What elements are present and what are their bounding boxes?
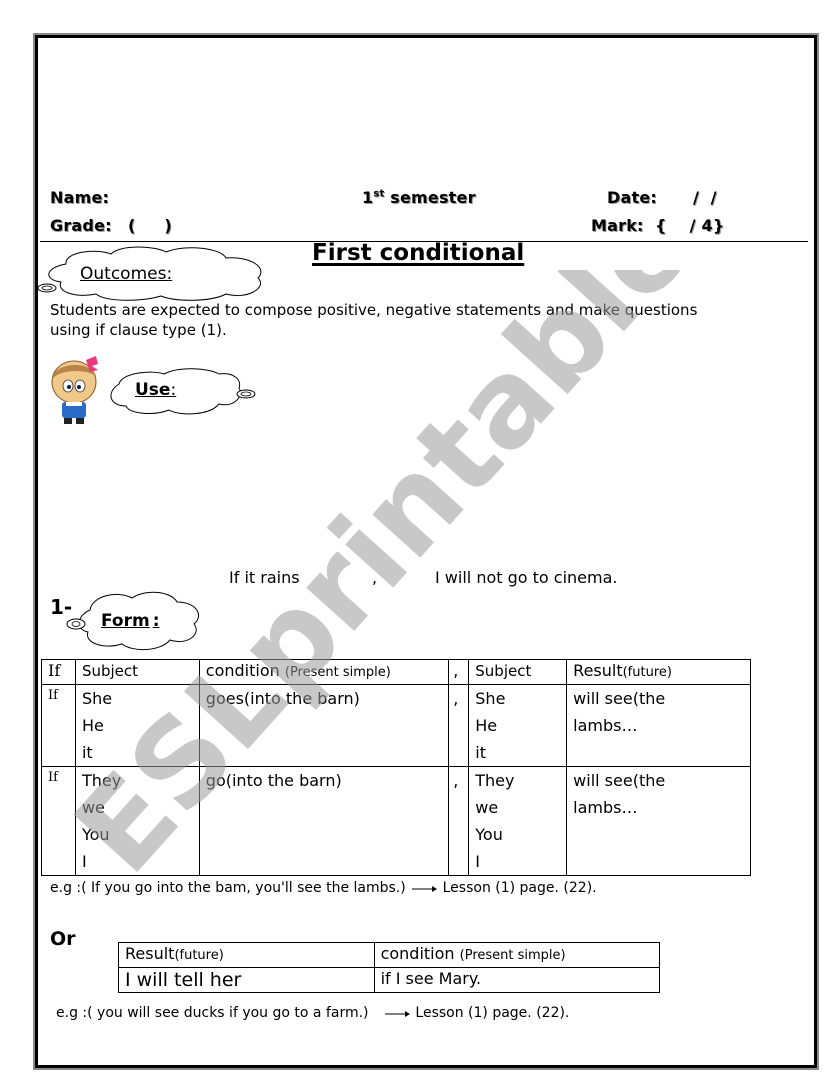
header-if: If xyxy=(41,659,76,685)
subject: it xyxy=(81,743,93,762)
subject: They xyxy=(81,771,122,790)
mark-value: { / 4} xyxy=(655,216,725,235)
form-example: e.g :( If you go into the bam, you'll se… xyxy=(50,878,597,898)
subject: He xyxy=(475,716,498,735)
form-table: If Subject condition (Present simple) , … xyxy=(41,659,751,876)
form-table-header-row: If Subject condition (Present simple) , … xyxy=(41,659,751,685)
or-cell-result: I will tell her xyxy=(118,967,375,993)
semester-label: 1st semester xyxy=(362,188,476,207)
form-example-ref: Lesson (1) page. (22). xyxy=(442,880,597,896)
outcomes-label: Outcomes: xyxy=(80,264,173,284)
grade-value: ( ) xyxy=(128,216,172,235)
subject: it xyxy=(475,743,486,762)
table-row: If She He it goes(into the barn) , She H… xyxy=(41,684,751,767)
use-example-comma: , xyxy=(372,568,378,587)
subject: She xyxy=(475,689,506,708)
or-header-result-text: Result xyxy=(125,944,175,963)
result-line2: lambs… xyxy=(573,716,638,735)
outcomes-text-line1: Students are expected to compose positiv… xyxy=(50,301,698,319)
use-colon: : xyxy=(170,380,177,400)
subject: we xyxy=(81,798,105,817)
name-label: Name: xyxy=(50,188,110,207)
semester-number: 1 xyxy=(362,188,374,207)
row-comma: , xyxy=(448,766,470,876)
page-title: First conditional xyxy=(312,240,525,266)
subject: She xyxy=(81,689,113,708)
row-result: will see(the lambs… xyxy=(566,766,751,876)
table-row: If They we You I go(into the barn) , The… xyxy=(41,766,751,876)
header-result: Result(future) xyxy=(566,659,751,685)
use-label: Use xyxy=(135,380,171,400)
date-label: Date: xyxy=(607,188,657,207)
form-colon: : xyxy=(152,611,160,631)
or-example-ref: Lesson (1) page. (22). xyxy=(415,1005,570,1021)
row-subjects: She He it xyxy=(74,684,200,767)
semester-superscript: st xyxy=(373,188,385,200)
header-condition-text: condition xyxy=(205,661,280,680)
subject: You xyxy=(81,825,110,844)
semester-word: semester xyxy=(390,188,476,207)
form-example-text: e.g :( If you go into the bam, you'll se… xyxy=(50,880,406,896)
outcomes-text-line2: using if clause type (1). xyxy=(50,321,227,339)
header-condition-note: (Present simple) xyxy=(284,665,391,680)
row-result: will see(the lambs… xyxy=(566,684,751,767)
subject: They xyxy=(475,771,515,790)
header-comma: , xyxy=(448,659,470,685)
header-result-text: Result xyxy=(573,661,623,680)
or-example: e.g :( you will see ducks if you go to a… xyxy=(56,1003,569,1023)
row-subjects2: She He it xyxy=(468,684,568,767)
use-label-wrap: Use: xyxy=(135,380,176,400)
arrow-right-icon xyxy=(384,1011,410,1017)
grade-label: Grade: xyxy=(50,216,112,235)
or-header-result-note: (future) xyxy=(174,948,224,963)
header-condition: condition (Present simple) xyxy=(198,659,450,685)
use-cloud-icon xyxy=(110,368,256,415)
subject: I xyxy=(81,852,87,871)
form-label-wrap: Form: xyxy=(101,611,160,631)
row-comma: , xyxy=(448,684,470,767)
arrow-right-icon xyxy=(412,886,438,892)
subject: we xyxy=(475,798,499,817)
subject: He xyxy=(81,716,104,735)
subject: You xyxy=(475,825,503,844)
row-condition: go(into the barn) xyxy=(198,766,450,876)
or-table: Result(future) condition (Present simple… xyxy=(118,942,661,993)
use-example-part1: If it rains xyxy=(229,568,300,587)
or-label: Or xyxy=(50,928,76,950)
row-subjects: They we You I xyxy=(74,766,200,876)
header-result-note: (future) xyxy=(622,665,672,680)
row-if: If xyxy=(41,766,76,876)
row-subjects2: They we You I xyxy=(468,766,568,876)
table-row: I will tell her if I see Mary. xyxy=(118,967,661,993)
result-line1: will see(the xyxy=(573,689,666,708)
or-example-text: e.g :( you will see ducks if you go to a… xyxy=(56,1005,369,1021)
or-table-header-row: Result(future) condition (Present simple… xyxy=(118,942,661,968)
row-if: If xyxy=(41,684,76,767)
or-header-condition-text: condition xyxy=(380,944,455,963)
or-header-condition: condition (Present simple) xyxy=(373,942,661,968)
header-subject: Subject xyxy=(74,659,200,685)
or-cell-condition: if I see Mary. xyxy=(373,967,661,993)
mark-label: Mark: xyxy=(591,216,644,235)
subject: I xyxy=(475,852,480,871)
or-header-result: Result(future) xyxy=(118,942,375,968)
date-value: / / xyxy=(693,188,717,207)
row-condition: goes(into the barn) xyxy=(198,684,450,767)
result-line2: lambs… xyxy=(573,798,638,817)
header-subject2: Subject xyxy=(468,659,568,685)
use-example-part2: I will not go to cinema. xyxy=(435,568,618,587)
form-label: Form xyxy=(101,611,150,631)
result-line1: will see(the xyxy=(573,771,666,790)
or-header-condition-note: (Present simple) xyxy=(459,948,566,963)
girl-cartoon-icon xyxy=(51,356,98,424)
